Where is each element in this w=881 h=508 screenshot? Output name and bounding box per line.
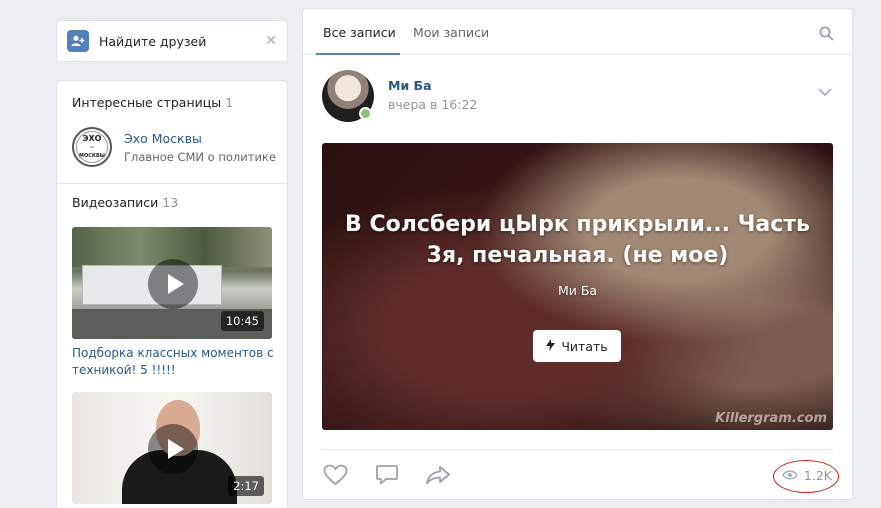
echo-moskvy-logo: ЭХО ~ МОСКВЫ [72, 127, 112, 167]
interesting-page-item[interactable]: ЭХО ~ МОСКВЫ Эхо Москвы Главное СМИ о по… [72, 127, 276, 167]
video-thumbnail[interactable]: 2:17 [72, 392, 272, 504]
chevron-down-icon[interactable] [818, 81, 832, 100]
share-icon[interactable] [425, 464, 451, 490]
comment-icon[interactable] [375, 464, 399, 490]
video-duration: 2:17 [228, 476, 264, 496]
divider [57, 183, 287, 184]
feed-tabs: Все записи Мои записи [303, 9, 852, 55]
play-icon[interactable] [148, 424, 198, 474]
read-button-label: Читать [561, 338, 608, 354]
watermark: Killergram.com [715, 411, 827, 426]
interesting-pages-header[interactable]: Интересные страницы 1 [57, 95, 248, 110]
videos-count: 13 [162, 195, 179, 210]
interesting-page-name[interactable]: Эхо Москвы [124, 131, 276, 146]
post-author-name[interactable]: Ми Ба [388, 78, 432, 93]
logo-ornament-icon: ~ [89, 143, 95, 151]
play-icon[interactable] [148, 259, 198, 309]
article-title: В Солсбери цЫрк прикрыли... Часть 3я, пе… [345, 212, 810, 268]
article-card[interactable]: В Солсбери цЫрк прикрыли... Часть 3я, пе… [322, 143, 833, 430]
wall-feed: Все записи Мои записи Ми Ба вчера в 16:2… [302, 8, 853, 500]
online-indicator [359, 107, 372, 120]
video-title-link[interactable]: Подборка классных моментов с техникой! 5… [72, 345, 282, 379]
add-friend-icon [67, 30, 89, 52]
lightning-icon [546, 338, 556, 354]
page: Найдите друзей ✕ Интересные страницы 1 ЭХ… [0, 0, 881, 508]
logo-bottom-text: МОСКВЫ [79, 152, 105, 159]
post-timestamp[interactable]: вчера в 16:22 [388, 97, 477, 112]
article-author: Ми Ба [557, 283, 598, 298]
videos-title: Видеозаписи [72, 195, 159, 210]
tab-my-posts[interactable]: Мои записи [413, 25, 489, 40]
active-tab-indicator [316, 53, 400, 55]
logo-top-text: ЭХО [82, 133, 102, 143]
interesting-pages-title: Интересные страницы [72, 95, 222, 110]
interesting-pages-count: 1 [225, 95, 234, 110]
video-thumbnail[interactable]: 10:45 [72, 227, 272, 339]
find-friends-block[interactable]: Найдите друзей ✕ [56, 20, 288, 62]
interesting-page-desc: Главное СМИ о политике [124, 149, 276, 164]
annotation-circle [773, 460, 839, 493]
read-button[interactable]: Читать [533, 330, 621, 362]
heart-icon[interactable] [323, 464, 348, 490]
video-duration: 10:45 [220, 311, 264, 331]
left-sidebar-panel: Интересные страницы 1 ЭХО ~ МОСКВЫ Эхо Мо… [56, 80, 288, 508]
search-icon[interactable] [819, 26, 834, 45]
close-icon[interactable]: ✕ [265, 33, 277, 49]
divider [322, 449, 833, 450]
tab-all-posts[interactable]: Все записи [323, 25, 396, 40]
videos-header[interactable]: Видеозаписи 13 [57, 195, 193, 210]
find-friends-label: Найдите друзей [99, 33, 207, 49]
